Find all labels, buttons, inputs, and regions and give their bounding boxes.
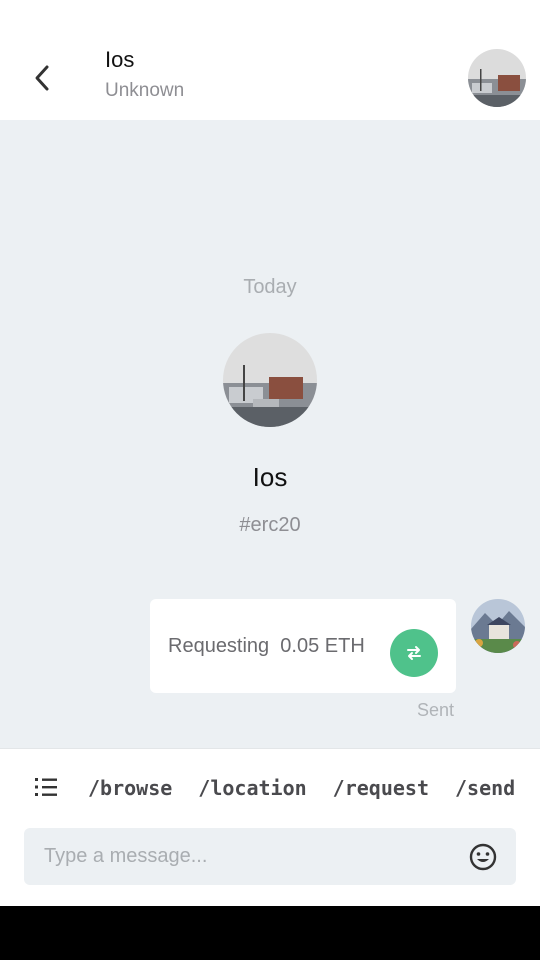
avatar-photo — [223, 333, 317, 427]
avatar-photo — [468, 49, 526, 107]
swap-arrows-icon — [407, 646, 421, 660]
request-message-bubble[interactable]: Requesting 0.05 ETH — [150, 599, 456, 693]
commands-menu-button[interactable] — [34, 776, 60, 798]
message-input[interactable] — [44, 828, 444, 885]
contact-profile-avatar — [223, 333, 317, 427]
header-subtitle: Unknown — [105, 80, 185, 101]
chat-header: Ios Unknown — [0, 0, 540, 120]
command-request[interactable]: /request — [333, 776, 429, 800]
system-nav-bar — [0, 906, 540, 960]
message-composer — [24, 828, 516, 885]
command-browse[interactable]: /browse — [88, 776, 172, 800]
request-action-button[interactable] — [390, 629, 438, 677]
avatar-photo — [471, 599, 525, 653]
command-suggestions: /browse /location /request /send — [88, 776, 516, 800]
chevron-left-icon — [35, 65, 49, 91]
command-send[interactable]: /send — [455, 776, 515, 800]
user-avatar — [471, 599, 525, 653]
list-icon — [35, 778, 57, 796]
message-text: Requesting 0.05 ETH — [168, 635, 365, 657]
back-button[interactable] — [22, 58, 62, 98]
contact-avatar[interactable] — [468, 49, 526, 107]
header-title: Ios — [105, 47, 135, 72]
contact-name: Ios — [252, 462, 288, 492]
emoji-button[interactable] — [468, 842, 498, 872]
chat-area: Today Ios #erc20 Requesting 0.05 ETH Sen… — [0, 120, 540, 748]
command-location[interactable]: /location — [198, 776, 306, 800]
command-bar: /browse /location /request /send — [0, 748, 540, 826]
date-divider: Today — [243, 276, 297, 298]
contact-tag: #erc20 — [239, 514, 301, 536]
smiley-icon — [469, 843, 497, 871]
message-status: Sent — [417, 700, 455, 720]
